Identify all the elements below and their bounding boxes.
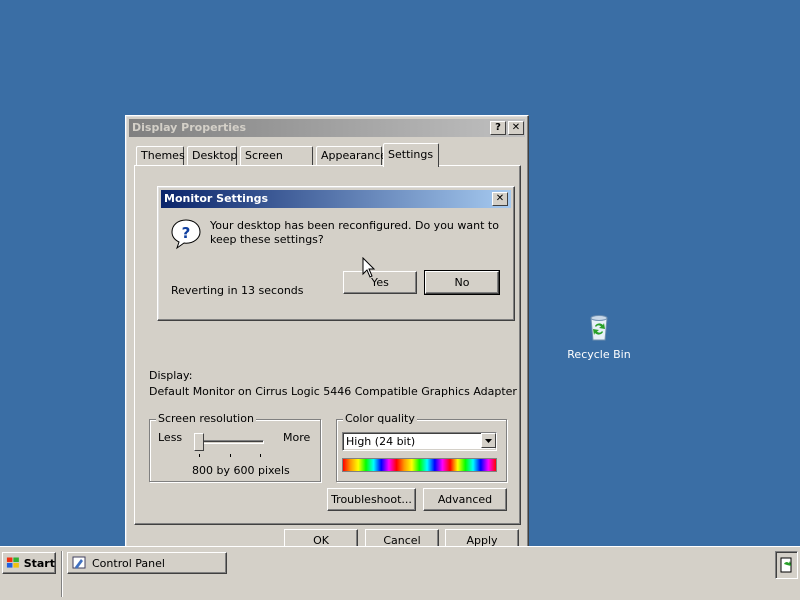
countdown-text: Reverting in 13 seconds [171, 284, 304, 297]
color-spectrum-bar [342, 458, 497, 472]
dropdown-button[interactable] [481, 433, 496, 448]
tray-icon[interactable] [779, 557, 795, 573]
start-label: Start [23, 556, 55, 570]
no-button[interactable]: No [424, 270, 500, 295]
close-button[interactable]: ✕ [508, 121, 524, 135]
window-title-bar[interactable]: Display Properties ? ✕ [129, 119, 525, 137]
color-quality-value: High (24 bit) [346, 435, 416, 448]
help-button[interactable]: ? [490, 121, 506, 135]
yes-button[interactable]: Yes [343, 271, 417, 294]
tab-desktop[interactable]: Desktop [187, 146, 237, 166]
window-title: Display Properties [132, 121, 247, 134]
display-value: Default Monitor on Cirrus Logic 5446 Com… [149, 385, 517, 398]
display-properties-window: Display Properties ? ✕ Themes Desktop Sc… [125, 115, 529, 563]
button-label: No [454, 276, 470, 289]
resolution-value: 800 by 600 pixels [192, 464, 290, 477]
system-tray [775, 551, 798, 579]
tab-label: Themes [141, 149, 185, 162]
tab-screen-saver[interactable]: Screen Saver [240, 146, 313, 180]
color-quality-select[interactable]: High (24 bit) [342, 432, 497, 451]
more-label: More [283, 431, 311, 444]
taskbar-task-control-panel[interactable]: Control Panel [67, 552, 227, 574]
advanced-button[interactable]: Advanced [423, 488, 507, 511]
slider-thumb[interactable] [194, 433, 204, 451]
mouse-cursor-icon [362, 257, 376, 278]
taskbar: Start Control Panel [0, 546, 800, 600]
screen-resolution-label: Screen resolution [156, 412, 256, 425]
control-panel-icon [72, 556, 86, 569]
task-label: Control Panel [92, 556, 165, 570]
tab-settings[interactable]: Settings [383, 143, 439, 167]
dialog-message: Your desktop has been reconfigured. Do y… [210, 219, 499, 246]
color-quality-label: Color quality [343, 412, 417, 425]
close-icon: ✕ [495, 193, 505, 204]
display-label: Display: [149, 369, 193, 382]
recycle-bin-label: Recycle Bin [567, 348, 631, 361]
resolution-slider[interactable] [194, 432, 266, 458]
slider-track [196, 440, 264, 444]
chevron-down-icon [485, 438, 492, 443]
question-icon: ? [171, 219, 201, 250]
windows-logo-icon [6, 557, 19, 568]
screen-resolution-group: Screen resolution Less More 800 by 600 p… [149, 412, 321, 482]
dialog-title-bar[interactable]: Monitor Settings ✕ [161, 190, 511, 208]
close-icon: ✕ [511, 122, 521, 133]
tab-label: Desktop [192, 149, 238, 162]
svg-text:?: ? [182, 224, 191, 242]
taskbar-separator [61, 551, 63, 597]
slider-tick [230, 454, 231, 457]
slider-tick [199, 454, 200, 457]
help-icon: ? [495, 122, 501, 133]
button-label: Troubleshoot... [331, 493, 412, 506]
start-button[interactable]: Start [2, 552, 56, 574]
dialog-close-button[interactable]: ✕ [492, 192, 508, 206]
tab-appearance[interactable]: Appearance [316, 146, 387, 166]
button-label: Advanced [437, 493, 493, 506]
tab-themes[interactable]: Themes [136, 146, 185, 166]
tab-label: Appearance [321, 149, 388, 162]
color-quality-group: Color quality High (24 bit) [336, 412, 507, 482]
less-label: Less [158, 431, 183, 444]
slider-tick [260, 454, 261, 457]
tab-label: Settings [388, 148, 434, 161]
troubleshoot-button[interactable]: Troubleshoot... [327, 488, 416, 511]
recycle-bin-icon [590, 315, 608, 341]
dialog-title: Monitor Settings [164, 192, 269, 205]
monitor-settings-dialog: Monitor Settings ✕ ? Your desktop has be… [157, 186, 515, 321]
recycle-bin-desktop-icon[interactable]: Recycle Bin [566, 312, 632, 368]
